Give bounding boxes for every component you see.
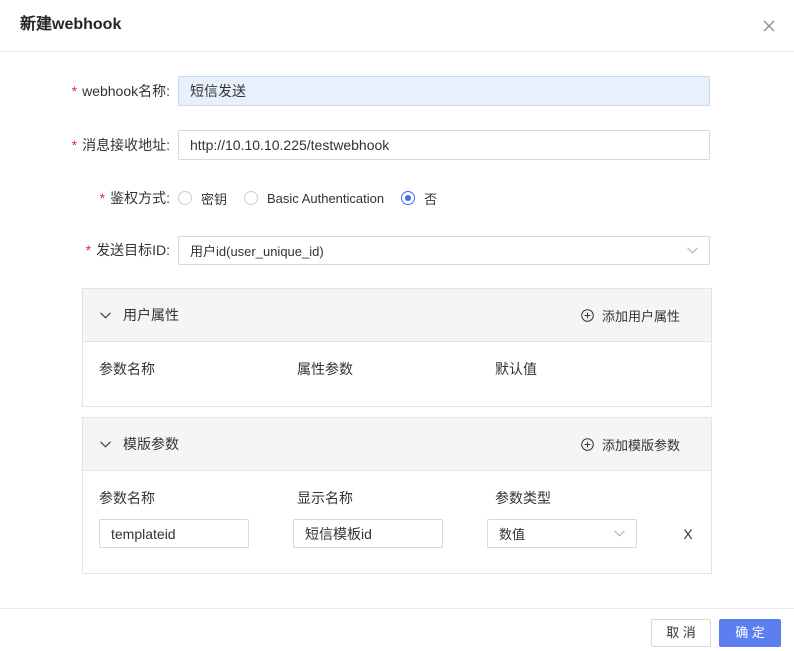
required-mark: *	[71, 83, 78, 99]
param-type-value: 数值	[499, 527, 526, 542]
url-label: * 消息接收地址:	[71, 137, 170, 153]
form-row-name: * webhook名称:	[0, 76, 794, 106]
auth-label: * 鉴权方式:	[99, 190, 170, 206]
radio-key[interactable]	[178, 191, 192, 205]
radio-option-basic-auth[interactable]: Basic Authentication	[244, 191, 384, 206]
plus-circle-icon	[581, 308, 594, 322]
column-header: 显示名称	[297, 490, 353, 506]
modal-header: 新建webhook	[0, 0, 794, 52]
template-params-panel: 模版参数 添加模版参数 参数名称 显示名称 参数类型 数值 X	[82, 417, 712, 574]
radio-label: 否	[424, 191, 438, 207]
radio-option-key[interactable]: 密钥	[178, 189, 227, 208]
target-id-value: 用户id(user_unique_id)	[190, 244, 324, 259]
auth-radio-group: 密钥 Basic Authentication 否	[178, 184, 454, 212]
user-attributes-header[interactable]: 用户属性 添加用户属性	[83, 289, 711, 342]
form-row-target: * 发送目标ID: 用户id(user_unique_id)	[0, 236, 794, 265]
add-user-attribute-label: 添加用户属性	[601, 308, 680, 324]
display-name-input[interactable]	[293, 519, 443, 548]
plus-circle-icon	[581, 437, 594, 451]
template-params-header[interactable]: 模版参数 添加模版参数	[83, 418, 711, 471]
required-mark: *	[99, 190, 106, 206]
add-user-attribute-button[interactable]: 添加用户属性	[581, 305, 680, 325]
radio-none[interactable]	[401, 191, 416, 205]
user-attributes-panel: 用户属性 添加用户属性 参数名称 属性参数 默认值	[82, 288, 712, 407]
remove-row-button[interactable]: X	[681, 524, 695, 544]
column-header: 默认值	[495, 361, 537, 377]
template-params-title: 模版参数	[123, 436, 179, 452]
chevron-down-icon	[614, 530, 625, 537]
radio-label: 密钥	[201, 191, 228, 207]
chevron-down-icon[interactable]	[100, 441, 111, 448]
column-header: 属性参数	[297, 361, 353, 377]
form-row-auth: * 鉴权方式: 密钥 Basic Authentication 否	[0, 184, 794, 212]
param-name-input[interactable]	[99, 519, 249, 548]
column-header: 参数名称	[99, 490, 155, 506]
receive-url-input[interactable]	[178, 130, 710, 160]
cancel-button[interactable]: 取 消	[651, 619, 711, 647]
chevron-down-icon	[687, 247, 698, 254]
required-mark: *	[71, 137, 78, 153]
radio-basic-auth[interactable]	[244, 191, 259, 205]
webhook-name-input[interactable]	[178, 76, 710, 106]
add-template-param-button[interactable]: 添加模版参数	[581, 434, 680, 454]
radio-option-none[interactable]: 否	[401, 189, 437, 208]
column-header: 参数名称	[99, 361, 155, 377]
close-icon[interactable]	[763, 19, 775, 32]
required-mark: *	[85, 242, 92, 258]
name-label: * webhook名称:	[71, 83, 170, 99]
target-label: * 发送目标ID:	[85, 242, 170, 258]
target-id-select[interactable]: 用户id(user_unique_id)	[178, 236, 710, 265]
form-row-url: * 消息接收地址:	[0, 130, 794, 160]
radio-label: Basic Authentication	[267, 190, 385, 206]
chevron-down-icon[interactable]	[100, 312, 111, 319]
add-template-param-label: 添加模版参数	[601, 437, 680, 453]
column-header: 参数类型	[495, 490, 551, 506]
modal-title: 新建webhook	[20, 16, 122, 33]
confirm-button[interactable]: 确 定	[719, 619, 781, 647]
user-attributes-title: 用户属性	[123, 307, 179, 323]
param-type-select[interactable]: 数值	[487, 519, 637, 548]
